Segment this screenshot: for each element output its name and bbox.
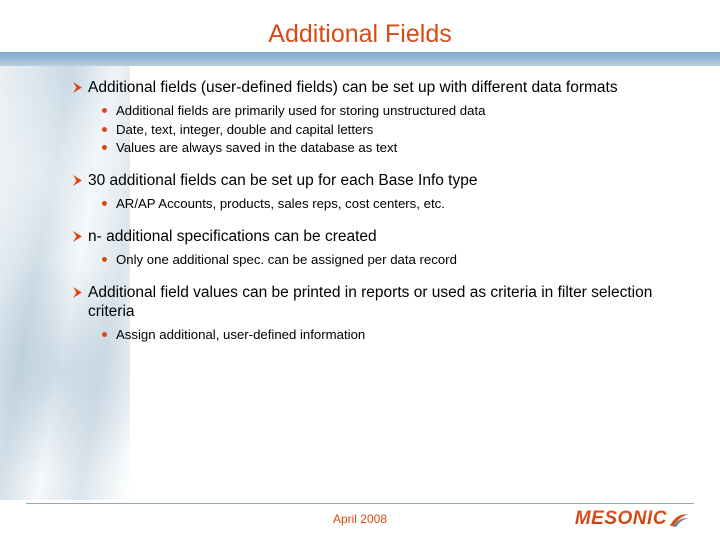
dot-icon (102, 257, 107, 262)
dot-icon (102, 201, 107, 206)
bullet-level2: Date, text, integer, double and capital … (102, 121, 682, 139)
bullet-text: Additional field values can be printed i… (88, 283, 682, 323)
sub-text: AR/AP Accounts, products, sales reps, co… (116, 195, 445, 213)
arrow-icon (72, 231, 83, 242)
sub-list: Assign additional, user-defined informat… (102, 326, 682, 344)
swoosh-icon (668, 510, 690, 529)
logo-text: MESONIC (575, 508, 667, 530)
dot-icon (102, 127, 107, 132)
sub-list: AR/AP Accounts, products, sales reps, co… (102, 195, 682, 213)
bullet-text: Additional fields (user-defined fields) … (88, 78, 618, 98)
bullet-level1: n- additional specifications can be crea… (72, 227, 682, 247)
brand-logo: MESONIC (575, 508, 690, 530)
arrow-icon (72, 175, 83, 186)
footer-divider (26, 503, 694, 504)
bullet-level2: Only one additional spec. can be assigne… (102, 251, 682, 269)
bullet-text: n- additional specifications can be crea… (88, 227, 377, 247)
sub-text: Values are always saved in the database … (116, 139, 397, 157)
dot-icon (102, 145, 107, 150)
section-4: Additional field values can be printed i… (72, 283, 682, 344)
dot-icon (102, 108, 107, 113)
section-3: n- additional specifications can be crea… (72, 227, 682, 269)
section-1: Additional fields (user-defined fields) … (72, 78, 682, 157)
slide-content: Additional fields (user-defined fields) … (72, 78, 682, 358)
section-2: 30 additional fields can be set up for e… (72, 171, 682, 213)
bullet-text: 30 additional fields can be set up for e… (88, 171, 477, 191)
sub-text: Date, text, integer, double and capital … (116, 121, 373, 139)
bullet-level2: Additional fields are primarily used for… (102, 102, 682, 120)
bullet-level2: Assign additional, user-defined informat… (102, 326, 682, 344)
arrow-icon (72, 287, 83, 298)
sub-text: Only one additional spec. can be assigne… (116, 251, 457, 269)
dot-icon (102, 332, 107, 337)
slide-title: Additional Fields (0, 20, 720, 49)
bullet-level1: Additional fields (user-defined fields) … (72, 78, 682, 98)
bullet-level2: AR/AP Accounts, products, sales reps, co… (102, 195, 682, 213)
header-strip (0, 52, 720, 66)
sub-text: Additional fields are primarily used for… (116, 102, 485, 120)
sub-list: Only one additional spec. can be assigne… (102, 251, 682, 269)
bullet-level1: 30 additional fields can be set up for e… (72, 171, 682, 191)
bullet-level1: Additional field values can be printed i… (72, 283, 682, 323)
sub-list: Additional fields are primarily used for… (102, 102, 682, 157)
bullet-level2: Values are always saved in the database … (102, 139, 682, 157)
arrow-icon (72, 82, 83, 93)
sub-text: Assign additional, user-defined informat… (116, 326, 365, 344)
